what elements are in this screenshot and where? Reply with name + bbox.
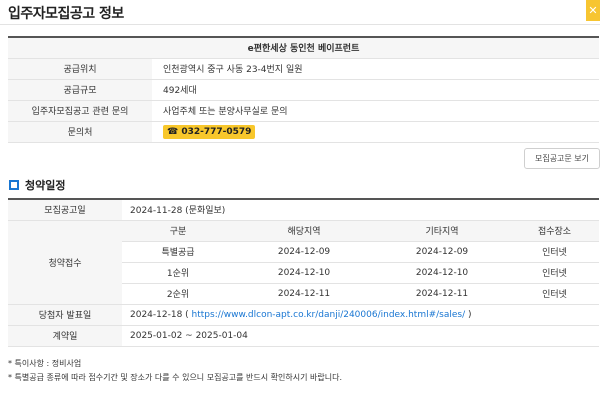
table-cell: 인터넷 <box>510 283 599 305</box>
column-header: 기타지역 <box>374 220 510 242</box>
info-value: ☎ 032-777-0579 <box>152 121 599 143</box>
info-row: 공급규모 492세대 <box>8 79 599 101</box>
phone-number-badge[interactable]: ☎ 032-777-0579 <box>163 124 256 139</box>
column-header: 해당지역 <box>234 220 374 242</box>
title-divider <box>0 24 600 25</box>
info-label: 문의처 <box>8 121 152 143</box>
contract-row: 계약일 2025-01-02 ~ 2025-01-04 <box>8 325 599 347</box>
info-label: 공급규모 <box>8 79 152 101</box>
info-row: 문의처 ☎ 032-777-0579 <box>8 121 599 143</box>
info-value: 인천광역시 중구 사동 23-4번지 일원 <box>152 58 599 80</box>
info-header-row: e편한세상 동인천 베이프런트 <box>8 37 599 59</box>
notice-date-label: 모집공고일 <box>8 199 122 221</box>
table-cell: 2024-12-09 <box>374 241 510 263</box>
column-header: 구분 <box>122 220 234 242</box>
page-title: 입주자모집공고 정보 <box>8 6 124 22</box>
winner-value: 2024-12-18 ( https://www.dlcon-apt.co.kr… <box>122 304 599 326</box>
info-row: 입주자모집공고 관련 문의 사업주체 또는 분양사무실로 문의 <box>8 100 599 122</box>
winner-suffix: ) <box>465 309 472 320</box>
table-cell: 2024-12-11 <box>374 283 510 305</box>
table-cell: 인터넷 <box>510 262 599 284</box>
table-cell: 2024-12-10 <box>234 262 374 284</box>
square-bullet-icon <box>9 180 19 190</box>
info-label: 입주자모집공고 관련 문의 <box>8 100 152 122</box>
winner-label: 당첨자 발표일 <box>8 304 122 326</box>
supply-info-table: e편한세상 동인천 베이프런트 공급위치 인천광역시 중구 사동 23-4번지 … <box>8 36 599 143</box>
table-cell: 2순위 <box>122 283 234 305</box>
notice-date-value: 2024-11-28 (문화일보) <box>122 199 599 221</box>
apply-label: 청약접수 <box>8 220 122 305</box>
note-warning: * 특별공급 종류에 따라 접수기간 및 장소가 다를 수 있으니 모집공고를 … <box>8 373 342 382</box>
info-value: 492세대 <box>152 79 599 101</box>
contract-value: 2025-01-02 ~ 2025-01-04 <box>122 325 599 347</box>
table-cell: 2024-12-10 <box>374 262 510 284</box>
info-value: 사업주체 또는 분양사무실로 문의 <box>152 100 599 122</box>
section-header: 청약일정 <box>9 177 65 193</box>
table-cell: 2024-12-09 <box>234 241 374 263</box>
section-title: 청약일정 <box>25 179 66 192</box>
table-cell: 1순위 <box>122 262 234 284</box>
table-cell: 특별공급 <box>122 241 234 263</box>
info-label: 공급위치 <box>8 58 152 80</box>
notice-date-row: 모집공고일 2024-11-28 (문화일보) <box>8 199 599 221</box>
table-cell: 인터넷 <box>510 241 599 263</box>
note-special: * 특이사항 : 정비사업 <box>8 359 82 368</box>
winner-date: 2024-12-18 ( <box>130 309 192 320</box>
column-header: 접수장소 <box>510 220 599 242</box>
schedule-header-row: 청약접수 구분 해당지역 기타지역 접수장소 <box>8 220 599 305</box>
complex-name: e편한세상 동인천 베이프런트 <box>8 37 599 59</box>
info-row: 공급위치 인천광역시 중구 사동 23-4번지 일원 <box>8 58 599 80</box>
contract-label: 계약일 <box>8 325 122 347</box>
view-notice-document-button[interactable]: 모집공고문 보기 <box>524 148 600 169</box>
close-button[interactable]: ✕ <box>586 0 600 21</box>
table-cell: 2024-12-11 <box>234 283 374 305</box>
winner-row: 당첨자 발표일 2024-12-18 ( https://www.dlcon-a… <box>8 304 599 326</box>
winner-link[interactable]: https://www.dlcon-apt.co.kr/danji/240006… <box>192 310 466 320</box>
subscription-schedule-table: 모집공고일 2024-11-28 (문화일보) 청약접수 구분 해당지역 기타지… <box>8 198 599 347</box>
